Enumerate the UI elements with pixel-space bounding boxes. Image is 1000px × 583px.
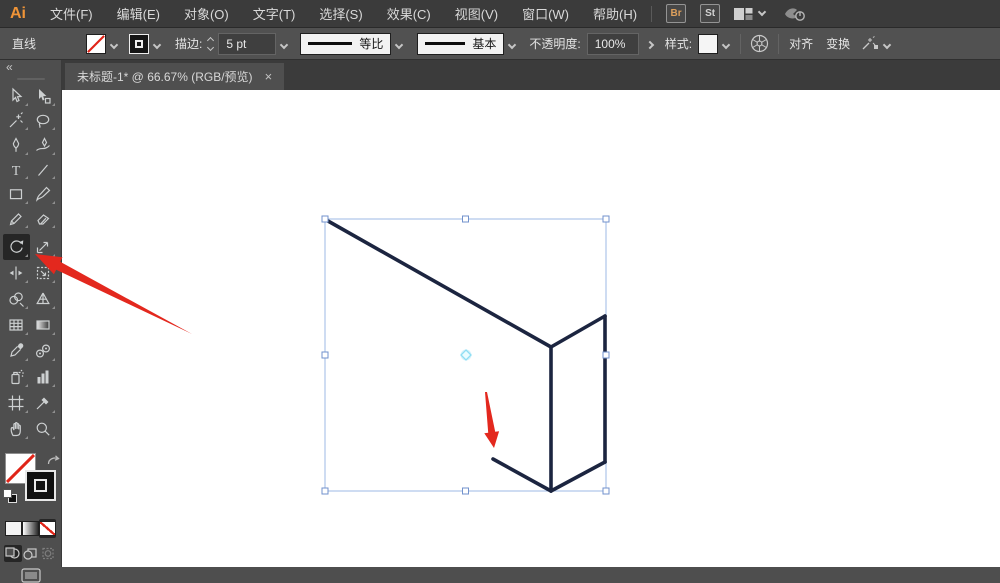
rotate-tool[interactable]: [2, 234, 30, 260]
blend-tool[interactable]: [30, 338, 57, 364]
align-button[interactable]: 对齐: [789, 35, 813, 52]
select-similar-chevron-icon[interactable]: [882, 37, 892, 51]
stroke-color-swatch[interactable]: [25, 470, 56, 501]
rectangle-tool[interactable]: [3, 182, 30, 207]
gradient-tool[interactable]: [30, 312, 57, 338]
paintbrush-tool[interactable]: [30, 182, 57, 207]
style-chevron-icon[interactable]: [721, 37, 731, 51]
eyedropper-tool[interactable]: [3, 338, 30, 364]
stroke-weight-chevron-icon[interactable]: [280, 37, 289, 51]
stroke-chevron-icon[interactable]: [152, 37, 162, 51]
tools-panel: « T: [0, 60, 62, 583]
illustrator-logo: Ai: [10, 4, 26, 22]
panel-grip[interactable]: [16, 78, 45, 80]
gradient-button[interactable]: [22, 521, 39, 536]
document-title: 未标题-1* @ 66.67% (RGB/预览): [77, 70, 253, 84]
symbol-sprayer-tool[interactable]: [3, 364, 30, 390]
draw-behind-mode-button[interactable]: [22, 545, 40, 562]
color-button[interactable]: [5, 521, 22, 536]
document-tab-bar: 未标题-1* @ 66.67% (RGB/预览) ×: [62, 60, 1000, 90]
default-fill-stroke-icon[interactable]: [3, 489, 17, 503]
hand-tool[interactable]: [3, 416, 30, 442]
artboard-tool[interactable]: [3, 390, 30, 416]
divider: [778, 33, 780, 54]
menu-bar: Ai 文件(F) 编辑(E) 对象(O) 文字(T) 选择(S) 效果(C) 视…: [0, 0, 1000, 28]
stroke-weight-label: 描边:: [175, 37, 203, 51]
opacity-label[interactable]: 不透明度:: [529, 35, 580, 52]
select-similar-icon[interactable]: [861, 36, 879, 51]
free-transform-tool[interactable]: [30, 260, 57, 286]
curvature-tool[interactable]: [30, 133, 57, 158]
perspective-grid-tool[interactable]: [30, 286, 57, 312]
arrange-documents-chevron-icon[interactable]: [757, 7, 767, 17]
selection-type-label: 直线: [12, 37, 37, 51]
document-tab[interactable]: 未标题-1* @ 66.67% (RGB/预览) ×: [65, 63, 285, 90]
transform-button[interactable]: 变换: [826, 35, 850, 52]
draw-normal-mode-button[interactable]: [4, 545, 22, 562]
swap-fill-stroke-icon[interactable]: [47, 453, 60, 471]
stock-button[interactable]: St: [700, 4, 721, 23]
collapse-panel-button[interactable]: «: [6, 60, 13, 74]
stroke-weight-field[interactable]: 5 pt: [218, 32, 277, 55]
eraser-tool[interactable]: [30, 207, 57, 232]
brush-chevron-icon[interactable]: [508, 37, 517, 51]
style-label: 样式:: [664, 37, 693, 51]
change-screen-mode-button[interactable]: [0, 568, 61, 583]
menu-window[interactable]: 窗口(W): [522, 4, 569, 23]
control-bar: 直线 描边: 5 pt 等比 基本 不透明度: 100% 样式: 对齐 变换: [0, 28, 1000, 60]
menu-help[interactable]: 帮助(H): [593, 4, 637, 23]
brush-preview: [425, 42, 466, 45]
opacity-field[interactable]: 100%: [586, 32, 639, 55]
line-segment-tool[interactable]: [30, 158, 57, 183]
brush-value: 基本: [472, 37, 497, 51]
width-profile-preview: [308, 42, 353, 45]
arrange-documents-icon[interactable]: [734, 7, 753, 21]
none-button[interactable]: [39, 521, 56, 536]
selection-tool[interactable]: [3, 84, 30, 109]
column-graph-tool[interactable]: [30, 364, 57, 390]
style-swatch[interactable]: [698, 33, 719, 54]
stroke-swatch[interactable]: [129, 33, 150, 54]
stroke-weight-stepper[interactable]: [207, 36, 215, 51]
divider: [651, 5, 653, 22]
menu-view[interactable]: 视图(V): [455, 4, 498, 23]
width-tool[interactable]: [3, 260, 30, 286]
tab-close-icon[interactable]: ×: [265, 69, 273, 84]
artboard-canvas[interactable]: [62, 90, 1000, 567]
lasso-tool[interactable]: [30, 109, 57, 134]
fill-chevron-icon[interactable]: [109, 37, 119, 51]
fill-swatch-none[interactable]: [86, 33, 107, 54]
brush-dropdown[interactable]: 基本: [417, 32, 505, 55]
power-sync-icon[interactable]: [783, 5, 805, 23]
menu-object[interactable]: 对象(O): [184, 4, 229, 23]
mesh-tool[interactable]: [3, 312, 30, 338]
slice-tool[interactable]: [30, 390, 57, 416]
menu-file[interactable]: 文件(F): [50, 4, 93, 23]
opacity-expand-icon[interactable]: [645, 37, 654, 51]
shape-builder-tool[interactable]: [3, 286, 30, 312]
menu-select[interactable]: 选择(S): [319, 4, 362, 23]
pen-tool[interactable]: [3, 133, 30, 158]
draw-inside-mode-button[interactable]: [39, 545, 57, 562]
menu-edit[interactable]: 编辑(E): [117, 4, 160, 23]
scale-tool[interactable]: [30, 234, 57, 260]
type-tool[interactable]: T: [3, 158, 30, 183]
shaper-pencil-tool[interactable]: [3, 207, 30, 232]
menu-type[interactable]: 文字(T): [253, 4, 296, 23]
width-profile-chevron-icon[interactable]: [395, 37, 404, 51]
bridge-button[interactable]: Br: [666, 4, 687, 23]
direct-selection-tool[interactable]: [30, 84, 57, 109]
recolor-artwork-icon[interactable]: [750, 34, 769, 53]
divider: [740, 33, 742, 54]
width-profile-dropdown[interactable]: 等比: [300, 32, 392, 55]
width-profile-value: 等比: [359, 37, 384, 51]
menu-effect[interactable]: 效果(C): [387, 4, 431, 23]
svg-text:T: T: [12, 164, 21, 179]
zoom-tool[interactable]: [30, 416, 57, 442]
magic-wand-tool[interactable]: [3, 109, 30, 134]
